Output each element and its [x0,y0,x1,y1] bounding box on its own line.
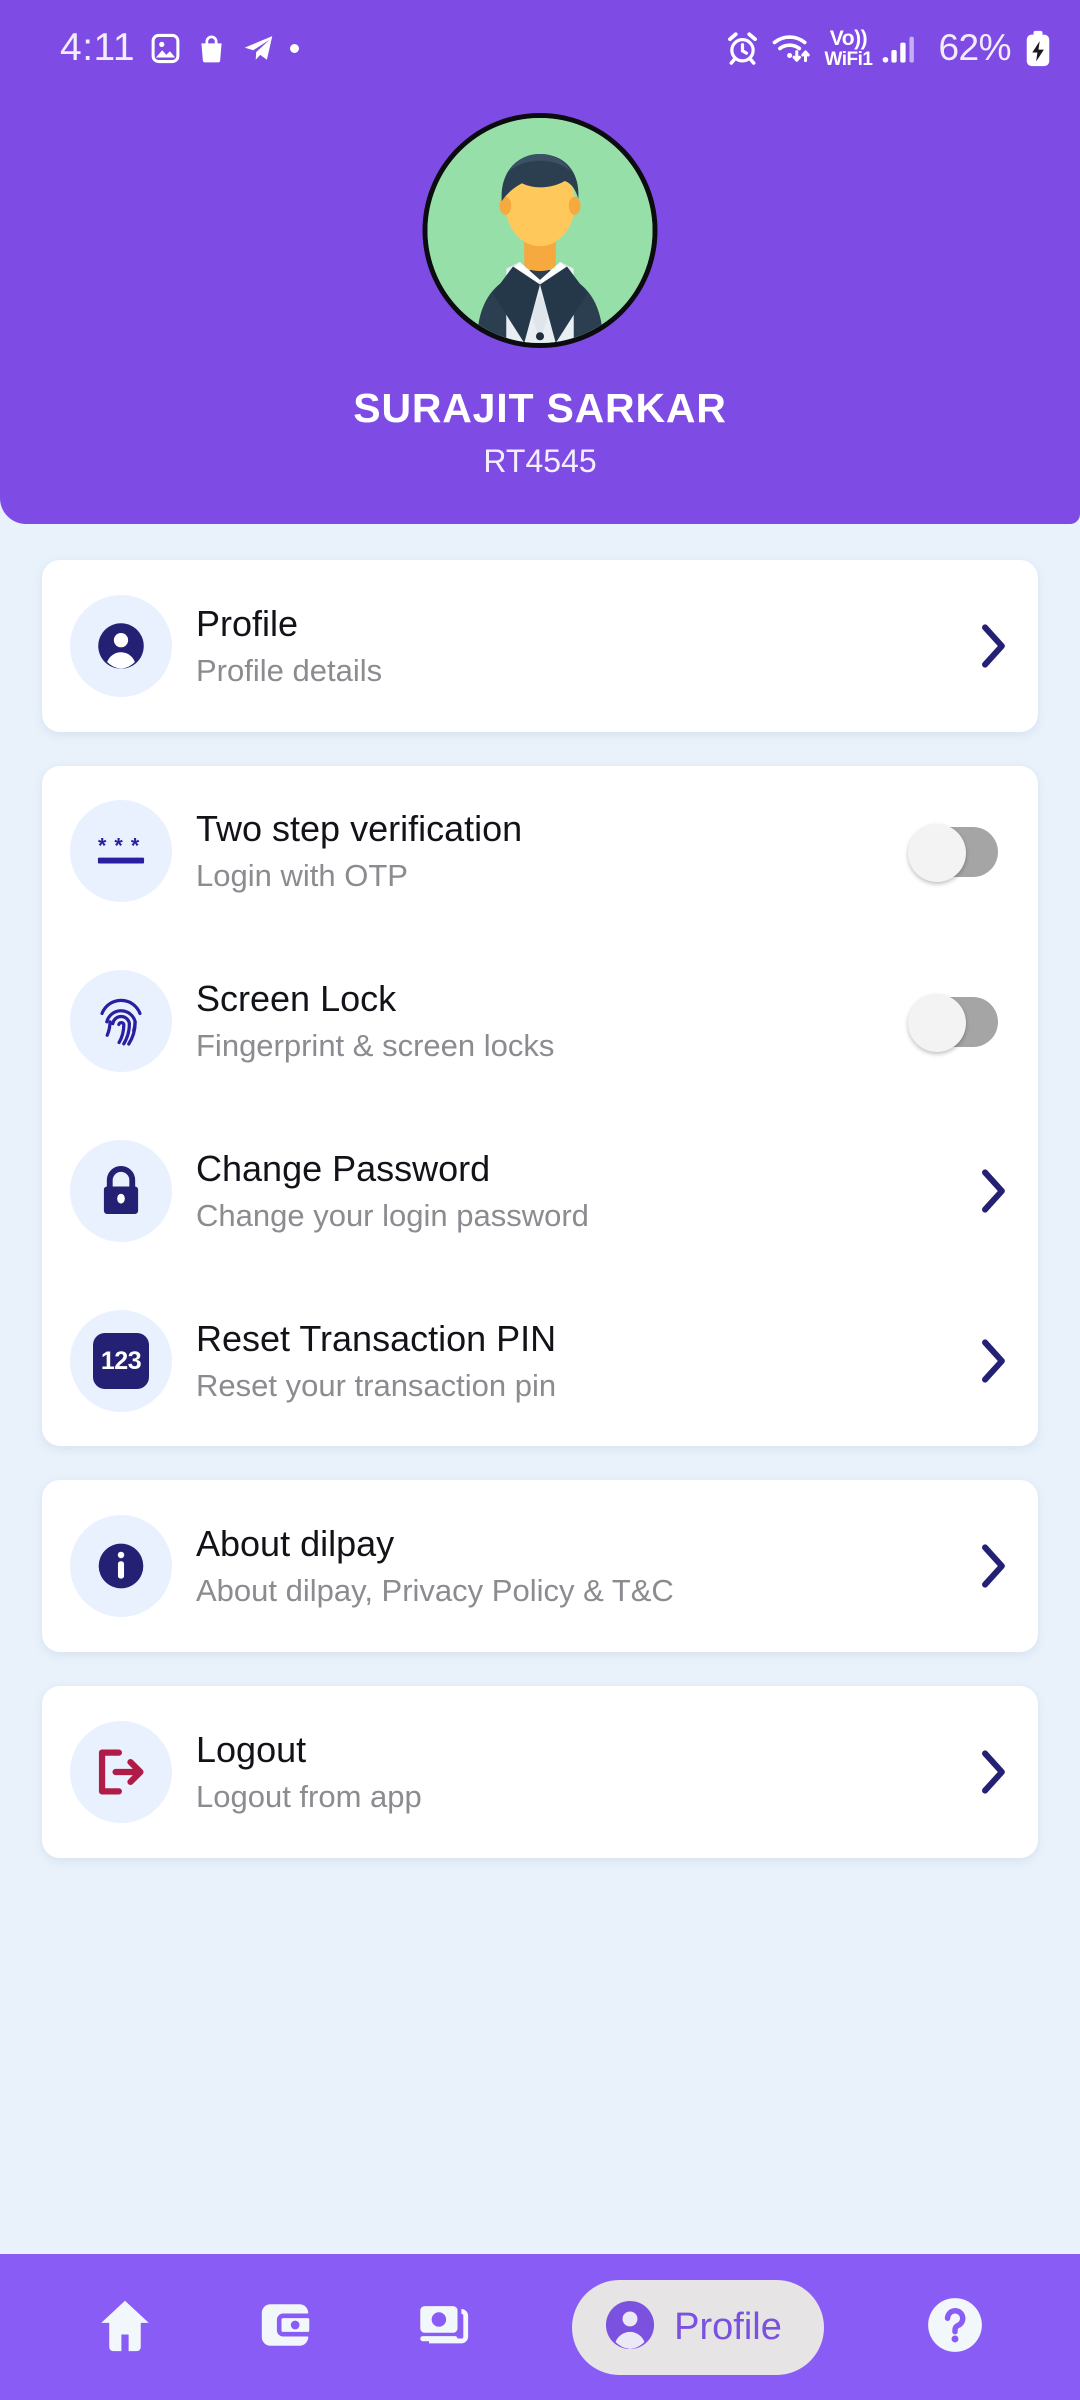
list-item-subtitle: Login with OTP [196,858,408,894]
svg-text:*: * [114,834,123,858]
user-name: SURAJIT SARKAR [353,385,727,431]
volte-line1: Vo)) [829,26,868,50]
list-item-profile[interactable]: Profile Profile details [42,560,1038,732]
list-item-screen-lock[interactable]: Screen Lock Fingerprint & screen locks [42,936,1038,1106]
list-item-subtitle: Profile details [196,653,383,689]
list-item-title: Reset Transaction PIN [196,1317,557,1359]
cash-icon [414,2296,472,2359]
alarm-icon [725,31,760,66]
password-asterisks-icon: * * * [70,800,172,902]
security-card: * * * Two step verification Login with O… [42,766,1038,1446]
nav-item-wallet[interactable] [256,2272,314,2382]
pin-badge-label: 123 [93,1333,149,1389]
image-icon [149,32,182,65]
list-item-title: Change Password [196,1147,491,1189]
list-item-subtitle: Reset your transaction pin [196,1368,557,1404]
pin-123-icon: 123 [70,1310,172,1412]
toggle-knob [908,994,966,1052]
list-item-two-step-verification[interactable]: * * * Two step verification Login with O… [42,766,1038,936]
screen-lock-toggle[interactable] [908,994,998,1052]
list-item-title: Two step verification [196,807,523,849]
status-bar-right: Vo)) WiFi1 62% [725,27,1052,69]
person-icon [70,595,172,697]
nav-item-cash[interactable] [414,2272,472,2382]
list-item-subtitle: Fingerprint & screen locks [196,1028,555,1064]
volte-line2: WiFi1 [824,48,873,70]
list-item-title: About dilpay [196,1522,395,1564]
status-bar: 4:11 Vo)) WiFi1 62% [0,0,1080,96]
nav-item-help[interactable] [924,2272,986,2382]
profile-header: 4:11 Vo)) WiFi1 62% SURAJIT SARKAR RT454… [0,0,1080,524]
app-screen: 4:11 Vo)) WiFi1 62% SURAJIT SARKAR RT454… [0,0,1080,2400]
fingerprint-icon [70,970,172,1072]
list-item-title: Profile [196,602,299,644]
status-bar-left: 4:11 [60,26,300,70]
list-item-text: Logout Logout from app [196,1729,968,1815]
avatar[interactable] [422,113,658,348]
nav-item-home[interactable] [94,2272,156,2382]
about-card: About dilpay About dilpay, Privacy Polic… [42,1480,1038,1652]
chevron-right-icon[interactable] [978,1543,1008,1589]
list-item-reset-transaction-pin[interactable]: 123 Reset Transaction PIN Reset your tra… [42,1276,1038,1446]
chevron-right-icon[interactable] [978,1168,1008,1214]
settings-list: Profile Profile details * * * Two step v… [0,524,1080,2254]
signal-icon [881,32,921,65]
wifi-icon [771,31,813,66]
list-item-text: About dilpay About dilpay, Privacy Polic… [196,1523,968,1609]
home-icon [94,2294,156,2361]
toggle-knob [908,824,966,882]
nav-active-pill[interactable]: Profile [572,2279,824,2375]
list-item-subtitle: Logout from app [196,1779,422,1815]
shopping-bag-icon [196,32,227,65]
wallet-icon [256,2296,314,2359]
person-icon [602,2297,658,2358]
list-item-text: Screen Lock Fingerprint & screen locks [196,978,898,1064]
svg-text:*: * [98,834,107,858]
list-item-subtitle: Change your login password [196,1198,589,1234]
svg-text:*: * [131,834,140,858]
list-item-logout[interactable]: Logout Logout from app [42,1686,1038,1858]
nav-item-profile[interactable]: Profile [572,2272,824,2382]
list-item-change-password[interactable]: Change Password Change your login passwo… [42,1106,1038,1276]
two-step-verification-toggle[interactable] [908,824,998,882]
nav-item-label-profile: Profile [674,2305,782,2348]
info-icon [70,1515,172,1617]
list-item-text: Reset Transaction PIN Reset your transac… [196,1318,968,1404]
status-bar-clock: 4:11 [60,26,136,69]
list-item-text: Two step verification Login with OTP [196,808,898,894]
volte-icon: Vo)) WiFi1 [824,26,873,70]
battery-percent-label: 62% [938,27,1011,68]
chevron-right-icon[interactable] [978,1338,1008,1384]
chevron-right-icon[interactable] [978,623,1008,669]
chevron-right-icon[interactable] [978,1749,1008,1795]
list-item-title: Screen Lock [196,977,397,1019]
profile-card: Profile Profile details [42,560,1038,732]
lock-icon [70,1140,172,1242]
bottom-navigation-bar: Profile [0,2254,1080,2400]
list-item-subtitle: About dilpay, Privacy Policy & T&C [196,1573,674,1609]
help-icon [924,2294,986,2361]
logout-icon [70,1721,172,1823]
user-id: RT4545 [483,443,597,479]
list-item-about-dilpay[interactable]: About dilpay About dilpay, Privacy Polic… [42,1480,1038,1652]
list-item-title: Logout [196,1728,307,1770]
logout-card: Logout Logout from app [42,1686,1038,1858]
avatar-illustration [427,118,653,343]
list-item-text: Change Password Change your login passwo… [196,1148,968,1234]
list-item-text: Profile Profile details [196,603,968,689]
dot-icon [290,43,300,53]
telegram-icon [241,32,276,65]
battery-charging-icon [1024,30,1052,67]
